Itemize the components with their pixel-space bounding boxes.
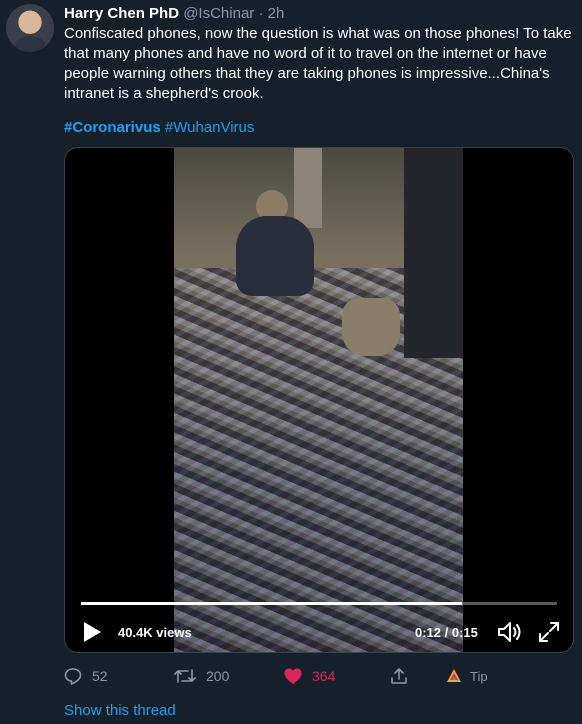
tweet: Harry Chen PhD @IsChinar · 2h Confiscate… bbox=[0, 0, 582, 724]
reply-icon bbox=[64, 668, 82, 685]
avatar[interactable] bbox=[6, 4, 54, 52]
hashtag-line: #Coronarivus #WuhanVirus bbox=[64, 118, 254, 138]
share-button[interactable] bbox=[390, 664, 418, 688]
tweet-header: Harry Chen PhD @IsChinar · 2h bbox=[64, 4, 284, 24]
like-button[interactable]: 364 bbox=[284, 664, 335, 688]
video-progress-bar[interactable] bbox=[81, 602, 557, 605]
hashtag-coronarivus[interactable]: #Coronarivus bbox=[64, 119, 161, 136]
timestamp[interactable]: 2h bbox=[268, 5, 285, 22]
user-handle[interactable]: @IsChinar bbox=[183, 5, 254, 22]
display-name[interactable]: Harry Chen PhD bbox=[64, 5, 179, 22]
video-controls: 40.4K views 0:12 / 0:15 bbox=[65, 616, 573, 648]
video-progress-fill bbox=[81, 602, 462, 605]
tip-button[interactable]: Tip bbox=[446, 664, 488, 688]
tip-label: Tip bbox=[470, 668, 488, 684]
tweet-actions: 52 200 364 Tip bbox=[64, 664, 574, 690]
volume-icon[interactable] bbox=[497, 620, 523, 644]
share-icon bbox=[391, 668, 407, 684]
play-icon[interactable] bbox=[81, 621, 103, 643]
fullscreen-icon[interactable] bbox=[537, 620, 561, 644]
reply-button[interactable]: 52 bbox=[64, 664, 108, 688]
tip-icon bbox=[447, 669, 461, 682]
like-count: 364 bbox=[312, 668, 336, 684]
video-scene-person-standing bbox=[404, 148, 463, 358]
heart-icon bbox=[284, 668, 302, 684]
retweet-count: 200 bbox=[206, 668, 230, 684]
video-player[interactable]: 40.4K views 0:12 / 0:15 bbox=[64, 147, 574, 653]
separator-dot: · bbox=[258, 5, 264, 22]
view-count: 40.4K views bbox=[118, 625, 192, 640]
video-scene-sack bbox=[342, 298, 400, 356]
reply-count: 52 bbox=[92, 668, 108, 684]
video-time-readout: 0:12 / 0:15 bbox=[415, 625, 478, 640]
video-frame[interactable] bbox=[174, 148, 463, 652]
video-scene-pillar bbox=[294, 148, 322, 228]
video-scene-person bbox=[236, 216, 314, 296]
retweet-icon bbox=[174, 669, 196, 683]
tweet-text: Confiscated phones, now the question is … bbox=[64, 25, 572, 102]
hashtag-wuhanvirus[interactable]: #WuhanVirus bbox=[165, 119, 255, 136]
retweet-button[interactable]: 200 bbox=[174, 664, 229, 688]
show-thread-link[interactable]: Show this thread bbox=[64, 702, 176, 719]
